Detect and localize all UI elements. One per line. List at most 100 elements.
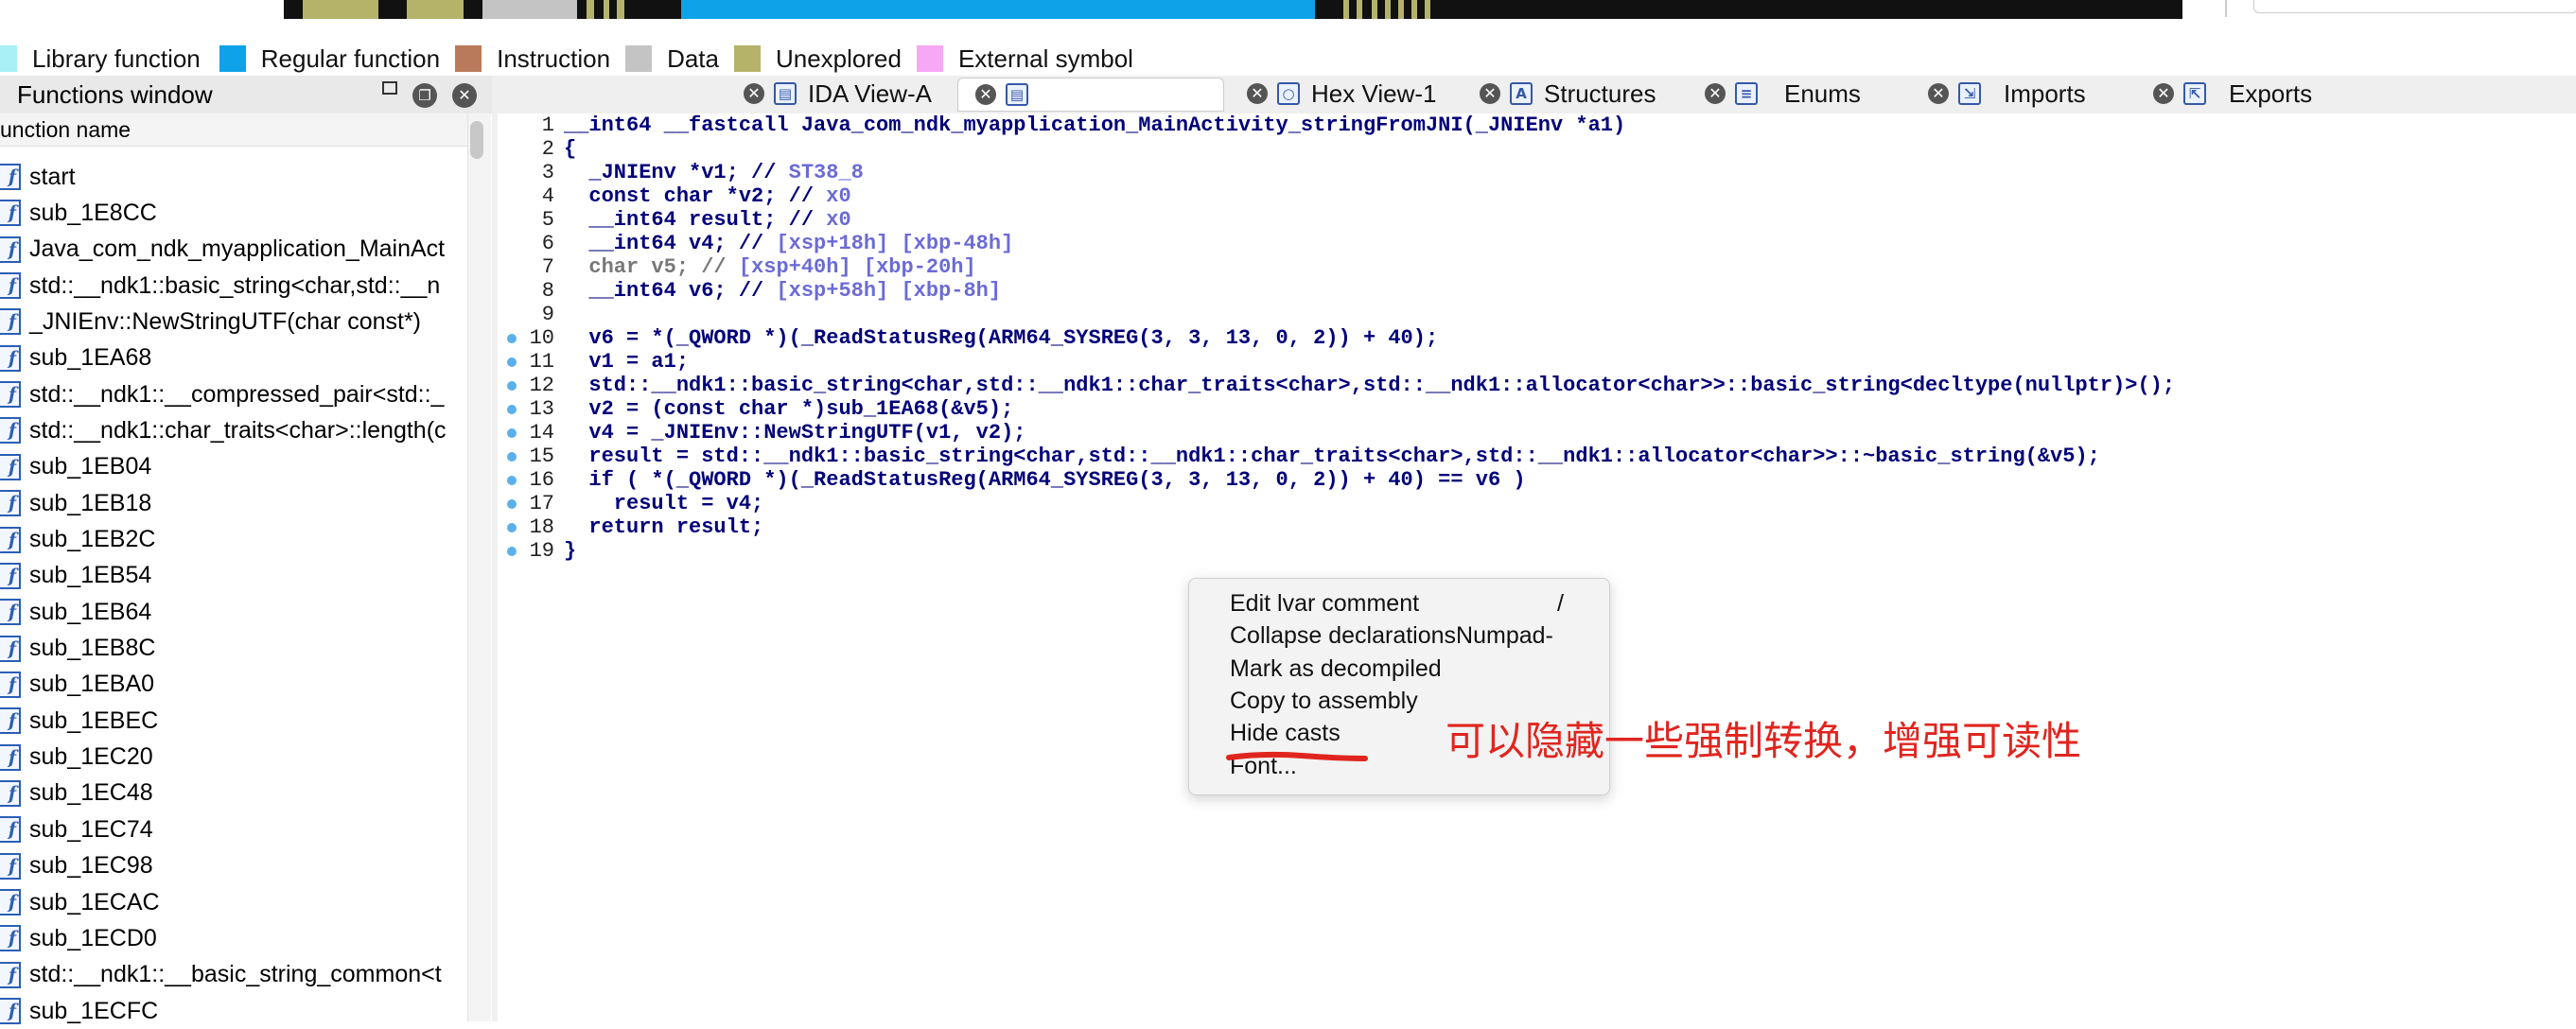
function-icon: f (0, 816, 21, 844)
minimize-window-icon[interactable] (382, 81, 397, 95)
functions-scrollbar-thumb[interactable] (470, 121, 483, 159)
tab-imports[interactable]: ✕ ⇲ Imports (1928, 78, 2086, 110)
float-window-icon[interactable]: ❐ (412, 83, 437, 108)
code-statement: __int64 __fastcall Java_com_ndk_myapplic… (564, 113, 1626, 137)
breakpoint-dot-icon[interactable] (507, 476, 517, 485)
breakpoint-dot-icon[interactable] (507, 523, 517, 532)
functions-scrollbar[interactable] (467, 113, 491, 1021)
line-number: 13 (529, 397, 554, 421)
tab-ida-view-a[interactable]: ✕ ▤ IDA View-A (744, 78, 932, 110)
legend-swatch-data (625, 45, 653, 72)
menu-item-mark-as-decompiled[interactable]: Mark as decompiled (1230, 653, 1442, 685)
menu-item-hide-casts[interactable]: Hide casts (1230, 717, 1341, 749)
navigation-strip[interactable] (284, 0, 2182, 19)
function-icon: f (0, 272, 21, 300)
line-number: 9 (541, 303, 554, 326)
function-list-item[interactable]: f sub_1EB18 (0, 485, 465, 521)
breakpoint-dot-icon[interactable] (507, 499, 517, 509)
tab-close-icon[interactable]: ✕ (1705, 83, 1726, 104)
tab-close-icon[interactable]: ✕ (1928, 83, 1949, 104)
legend-item-instruction: Instruction (455, 44, 610, 74)
line-number: 15 (529, 445, 554, 468)
code-line[interactable]: 19} (498, 539, 2576, 563)
code-line[interactable]: 7 char v5; // [xsp+40h] [xbp-20h] (498, 255, 2576, 279)
structures-icon: A (1510, 82, 1533, 105)
function-list-item[interactable]: f sub_1ECFC (0, 993, 465, 1029)
menu-item-collapse-declarations[interactable]: Collapse declarationsNumpad- (1230, 619, 1553, 652)
tab-close-icon[interactable]: ✕ (744, 83, 764, 104)
breakpoint-dot-icon[interactable] (507, 405, 517, 414)
function-list-item[interactable]: f sub_1ECAC (0, 884, 465, 920)
tab-hex-view-1[interactable]: ✕ ○ Hex View-1 (1247, 78, 1436, 110)
navigation-splitter[interactable] (2225, 0, 2227, 17)
function-list-item[interactable]: f sub_1EB8C (0, 631, 465, 667)
tab-close-icon[interactable]: ✕ (1247, 83, 1268, 104)
code-statement: const char *v2; // (564, 184, 827, 208)
tab-pseudocode[interactable]: ✕ ▤ (957, 78, 1224, 112)
function-list-item[interactable]: f sub_1EB54 (0, 558, 465, 594)
code-line[interactable]: 10 v6 = *(_QWORD *)(_ReadStatusReg(ARM64… (498, 326, 2576, 350)
code-line[interactable]: 17 result = v4; (498, 492, 2576, 515)
tab-structures[interactable]: ✕ A Structures (1480, 78, 1656, 110)
function-list-item[interactable]: f sub_1EC74 (0, 811, 465, 847)
function-icon: f (0, 707, 21, 735)
code-line[interactable]: 6 __int64 v4; // [xsp+18h] [xbp-48h] (498, 232, 2576, 255)
code-line[interactable]: 18 return result; (498, 515, 2576, 539)
toolbar-search-box[interactable] (2253, 0, 2576, 13)
close-window-icon[interactable]: ✕ (452, 83, 477, 108)
function-name: sub_1EC20 (29, 743, 153, 771)
menu-item-edit-lvar-comment[interactable]: Edit lvar comment (1230, 587, 1419, 619)
code-line[interactable]: 4 const char *v2; // x0 (498, 184, 2576, 208)
function-list-item[interactable]: f sub_1EB64 (0, 594, 465, 630)
code-line[interactable]: 1 __int64 __fastcall Java_com_ndk_myappli… (498, 113, 2576, 137)
function-list-item[interactable]: f std::__ndk1::__basic_string_common<t (0, 957, 465, 993)
tab-exports[interactable]: ✕ ⇱ Exports (2153, 78, 2312, 110)
code-line[interactable]: 13 v2 = (const char *)sub_1EA68(&v5); (498, 397, 2576, 421)
code-line[interactable]: 2{ (498, 137, 2576, 161)
breakpoint-dot-icon[interactable] (507, 452, 517, 462)
function-list-item[interactable]: f sub_1EC20 (0, 740, 465, 776)
function-list-item[interactable]: f Java_com_ndk_myapplication_MainAct (0, 232, 465, 268)
tab-close-icon[interactable]: ✕ (1480, 83, 1500, 104)
code-line[interactable]: 16 if ( *(_QWORD *)(_ReadStatusReg(ARM64… (498, 468, 2576, 492)
function-list-item[interactable]: f start (0, 159, 465, 195)
tab-enums[interactable]: ✕ ≡ Enums (1705, 78, 1861, 110)
code-statement: { (564, 137, 577, 161)
code-line[interactable]: 11 v1 = a1; (498, 350, 2576, 374)
code-text: if ( *(_QWORD *)(_ReadStatusReg(ARM64_SY… (564, 468, 1525, 492)
code-statement: v2 = (const char *)sub_1EA68(&v5); (564, 397, 1014, 421)
function-list-item[interactable]: f sub_1EA68 (0, 340, 465, 376)
function-list-item[interactable]: f sub_1EBEC (0, 703, 465, 739)
code-line[interactable]: 8 __int64 v6; // [xsp+58h] [xbp-8h] (498, 279, 2576, 303)
code-statement: return result; (564, 515, 764, 539)
code-line[interactable]: 14 v4 = _JNIEnv::NewStringUTF(v1, v2); (498, 421, 2576, 445)
function-list-item[interactable]: f _JNIEnv::NewStringUTF(char const*) (0, 304, 465, 340)
breakpoint-dot-icon[interactable] (507, 334, 517, 343)
breakpoint-dot-icon[interactable] (507, 428, 517, 438)
function-list-item[interactable]: f sub_1EB04 (0, 449, 465, 485)
function-list-item[interactable]: f sub_1ECD0 (0, 920, 465, 956)
code-line[interactable]: 5 __int64 result; // x0 (498, 208, 2576, 232)
function-icon: f (0, 200, 21, 227)
code-line[interactable]: 12 std::__ndk1::basic_string<char,std::_… (498, 374, 2576, 397)
function-list-item[interactable]: f sub_1E8CC (0, 195, 465, 231)
code-line[interactable]: 3 _JNIEnv *v1; // ST38_8 (498, 161, 2576, 184)
function-list-item[interactable]: f std::__ndk1::char_traits<char>::length(… (0, 412, 465, 448)
code-line[interactable]: 15 result = std::__ndk1::basic_string<ch… (498, 445, 2576, 468)
breakpoint-dot-icon[interactable] (507, 547, 517, 556)
function-list-item[interactable]: f std::__ndk1::basic_string<char,std::__n (0, 268, 465, 304)
function-name-column-header[interactable]: unction name (0, 113, 467, 147)
function-list-item[interactable]: f sub_1EC48 (0, 776, 465, 811)
function-list-item[interactable]: f sub_1EC98 (0, 848, 465, 884)
tab-close-icon[interactable]: ✕ (975, 84, 996, 105)
breakpoint-dot-icon[interactable] (507, 358, 517, 367)
function-list-item[interactable]: f sub_1EB2C (0, 522, 465, 558)
code-line[interactable]: 9 (498, 303, 2576, 326)
menu-item-copy-to-assembly[interactable]: Copy to assembly (1230, 685, 1418, 717)
breakpoint-dot-icon[interactable] (507, 381, 517, 391)
function-icon: f (0, 671, 21, 698)
function-list-item[interactable]: f sub_1EBA0 (0, 667, 465, 703)
function-list-item[interactable]: f std::__ndk1::__compressed_pair<std::_ (0, 376, 465, 412)
line-number: 19 (529, 539, 554, 563)
tab-close-icon[interactable]: ✕ (2153, 83, 2174, 104)
